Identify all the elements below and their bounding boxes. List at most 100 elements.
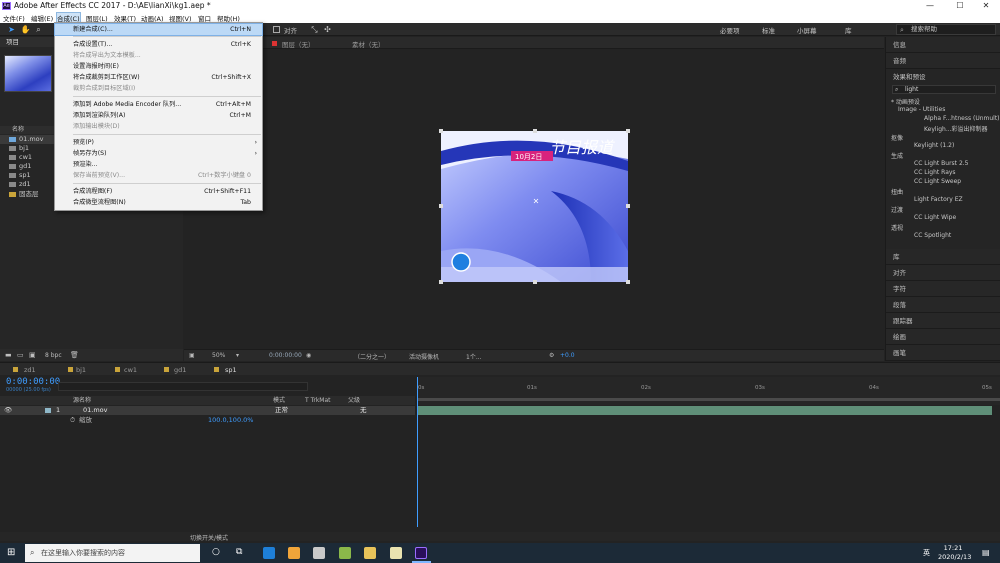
bpc-label[interactable]: 8 bpc xyxy=(45,352,62,359)
task-view-icon[interactable]: ⧉ xyxy=(236,547,242,557)
effect-category[interactable]: 扭曲 xyxy=(891,187,903,196)
interpret-footage-icon[interactable]: ▬ xyxy=(5,351,12,359)
snap-grid-icon[interactable]: ✣ xyxy=(322,24,333,35)
help-search-input[interactable]: 搜索帮助 xyxy=(896,24,996,35)
current-time-indicator[interactable] xyxy=(417,377,418,527)
cortana-icon[interactable]: ○ xyxy=(212,547,220,557)
app-icon[interactable] xyxy=(313,547,325,559)
snapshot-icon[interactable]: ◉ xyxy=(306,352,311,359)
effect-item[interactable]: Keylight (1.2) xyxy=(914,142,954,149)
tab-gd1[interactable]: gd1 xyxy=(174,366,186,374)
effects-panel-title[interactable]: 效果和预设 xyxy=(886,71,1000,81)
menu-edit[interactable]: 编辑(E) xyxy=(31,13,53,23)
layer-row[interactable]: 👁 1 01.mov 正常 无 xyxy=(0,406,415,415)
menu-item-composition-settings[interactable]: 合成设置(T)... Ctrl+K xyxy=(55,39,262,50)
panel-info[interactable]: 信息 xyxy=(886,37,1000,53)
menu-item-composition-flowchart[interactable]: 合成流程图(F) Ctrl+Shift+F11 xyxy=(55,186,262,197)
toggle-switches-modes[interactable]: 切换开关/模式 xyxy=(190,533,228,542)
column-source-name[interactable]: 源名称 xyxy=(73,396,91,405)
workspace-standard[interactable]: 标准 xyxy=(762,25,775,35)
layer-mode-dropdown[interactable]: 正常 xyxy=(275,406,288,415)
effects-search-input[interactable]: light xyxy=(892,85,996,94)
effect-item[interactable]: Keyligh...彩溢出抑制器 xyxy=(924,124,988,133)
visibility-icon[interactable]: 👁 xyxy=(4,406,12,415)
ime-lang[interactable]: 英 xyxy=(923,548,930,558)
selection-handle[interactable] xyxy=(626,129,630,133)
effect-item[interactable]: CC Spotlight xyxy=(914,232,951,239)
viewer-timecode[interactable]: 0:00:00:00 xyxy=(269,352,302,359)
selection-handle[interactable] xyxy=(533,280,537,284)
views-dropdown[interactable]: 1个... xyxy=(466,352,482,361)
tab-cw1[interactable]: cw1 xyxy=(124,366,137,374)
effect-item[interactable]: CC Light Sweep xyxy=(914,178,961,185)
menu-item-add-to-render-queue[interactable]: 添加到渲染队列(A) Ctrl+M xyxy=(55,110,262,121)
workspace-essentials[interactable]: 必要项 xyxy=(720,25,740,35)
camera-dropdown[interactable]: 活动摄像机 xyxy=(409,352,439,361)
column-trkmat[interactable]: T TrkMat xyxy=(305,396,331,405)
menu-item-add-to-media-encoder[interactable]: 添加到 Adobe Media Encoder 队列... Ctrl+Alt+M xyxy=(55,99,262,110)
timeline-timecode[interactable]: 0:00:00:00 xyxy=(6,377,60,387)
column-parent[interactable]: 父级 xyxy=(348,396,360,405)
layer-duration-bar[interactable] xyxy=(417,406,992,415)
property-value[interactable]: 100.0,100.0% xyxy=(208,416,253,425)
snap-checkbox[interactable] xyxy=(273,26,280,33)
selection-handle[interactable] xyxy=(439,280,443,284)
effect-category[interactable]: * 动画预设 xyxy=(891,97,920,106)
zoom-tool-icon[interactable]: ⌕ xyxy=(33,24,44,35)
time-ruler[interactable]: 0s 01s 02s 03s 04s 05s xyxy=(417,377,1000,405)
tab-bj1[interactable]: bj1 xyxy=(76,366,86,374)
menu-item-set-poster-time[interactable]: 设置海报时间(E) xyxy=(55,61,262,72)
menu-item-new-composition[interactable]: 新建合成(C)... Ctrl+N xyxy=(54,23,263,36)
edge-icon[interactable] xyxy=(263,547,275,559)
zoom-dropdown[interactable]: 50% xyxy=(212,352,225,359)
effect-category[interactable]: 透视 xyxy=(891,223,903,232)
snap-icon[interactable]: ⤡ xyxy=(309,24,320,35)
notification-icon[interactable]: ▤ xyxy=(982,548,990,557)
exposure-value[interactable]: +0.0 xyxy=(560,352,575,359)
menu-file[interactable]: 文件(F) xyxy=(3,13,25,23)
workspace-library[interactable]: 库 xyxy=(845,25,852,35)
effect-item[interactable]: Light Factory EZ xyxy=(914,196,963,203)
column-name[interactable]: 名称 xyxy=(12,126,24,133)
effect-item[interactable]: CC Light Wipe xyxy=(914,214,956,221)
column-mode[interactable]: 模式 xyxy=(273,396,285,405)
menu-item-mini-flowchart[interactable]: 合成微型流程图(N) Tab xyxy=(55,197,262,208)
panel-align[interactable]: 对齐 xyxy=(886,265,1000,281)
menu-item-save-frame-as[interactable]: 帧另存为(S) › xyxy=(55,148,262,159)
taskbar-search-input[interactable]: 在这里输入你要搜索的内容 xyxy=(25,544,200,562)
windows-start-icon[interactable]: ⊞ xyxy=(7,548,15,558)
selection-handle[interactable] xyxy=(439,129,443,133)
settings-icon[interactable]: ⚙ xyxy=(549,352,554,359)
panel-paint[interactable]: 绘画 xyxy=(886,329,1000,345)
close-button[interactable]: ✕ xyxy=(972,0,1000,12)
tab-layer-viewer[interactable]: 图层（无） xyxy=(282,39,315,49)
effect-category[interactable]: 抠像 xyxy=(891,133,903,142)
after-effects-taskbar-icon[interactable] xyxy=(415,547,427,559)
menu-item-preview[interactable]: 预览(P) › xyxy=(55,137,262,148)
panel-paragraph[interactable]: 段落 xyxy=(886,297,1000,313)
trash-icon[interactable]: 🗑 xyxy=(70,351,79,359)
workspace-small-screen[interactable]: 小屏幕 xyxy=(797,25,817,35)
layer-parent-dropdown[interactable]: 无 xyxy=(360,406,367,415)
app-icon[interactable] xyxy=(288,547,300,559)
selection-handle[interactable] xyxy=(626,280,630,284)
work-area-bar[interactable] xyxy=(417,398,1000,401)
composition-canvas[interactable]: 10月2日 节目报道 xyxy=(441,131,628,282)
panel-audio[interactable]: 音频 xyxy=(886,53,1000,69)
chevron-down-icon[interactable]: ▾ xyxy=(236,352,239,359)
effect-subfolder[interactable]: Image - Utilities xyxy=(898,106,945,113)
menu-item-pre-render[interactable]: 预渲染... xyxy=(55,159,262,170)
tab-zd1[interactable]: zd1 xyxy=(24,366,36,374)
effect-category[interactable]: 过渡 xyxy=(891,205,903,214)
timeline-search-input[interactable] xyxy=(58,382,308,391)
label-color[interactable] xyxy=(45,408,51,413)
explorer-icon[interactable] xyxy=(364,547,376,559)
minimize-button[interactable]: — xyxy=(916,0,944,12)
panel-brushes[interactable]: 画笔 xyxy=(886,345,1000,361)
panel-tracker[interactable]: 跟踪器 xyxy=(886,313,1000,329)
selection-handle[interactable] xyxy=(533,129,537,133)
effect-item[interactable]: Alpha F...htness (Unmult) xyxy=(924,115,1000,122)
resolution-dropdown[interactable]: （二分之一） xyxy=(354,352,390,361)
maximize-button[interactable]: ☐ xyxy=(946,0,974,12)
new-folder-icon[interactable]: ▭ xyxy=(17,351,24,359)
